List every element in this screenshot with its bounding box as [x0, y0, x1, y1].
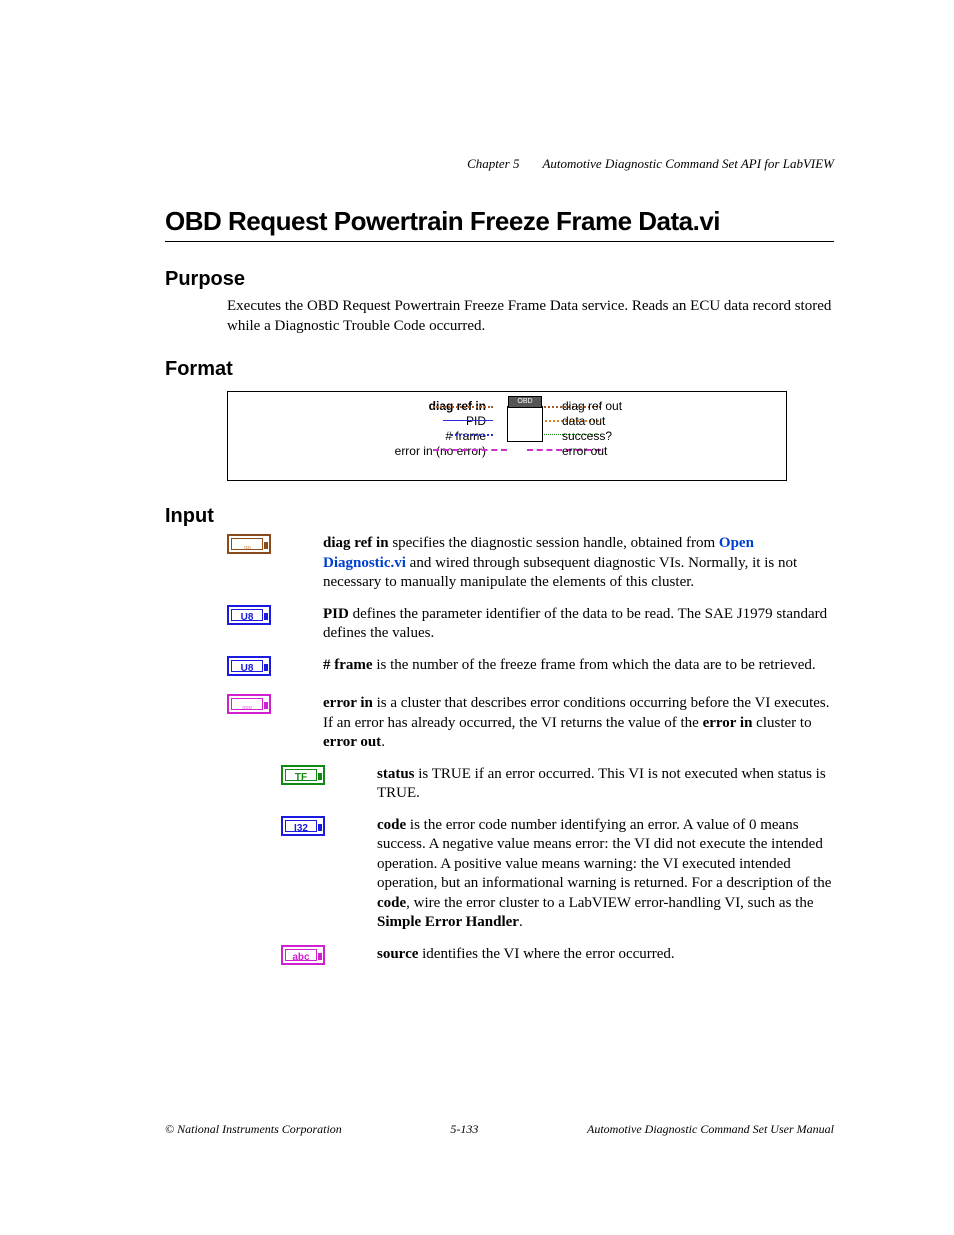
u8-terminal-icon: U8: [227, 605, 271, 625]
input-code: I32 code is the error code number identi…: [281, 816, 834, 933]
footer-copyright: © National Instruments Corporation: [165, 1122, 342, 1137]
source-bold: source: [377, 946, 418, 962]
error-out-label: error out: [562, 444, 622, 459]
pid-bold: PID: [323, 606, 349, 622]
input-status: TF status is TRUE if an error occurred. …: [281, 765, 834, 804]
connector-pane-diagram: diag ref in PID # frame error in (no err…: [227, 391, 787, 481]
vi-icon: OBD: [507, 406, 543, 442]
boolean-terminal-icon: TF: [281, 765, 325, 785]
page-title: OBD Request Powertrain Freeze Frame Data…: [165, 206, 834, 237]
section-label: Automotive Diagnostic Command Set API fo…: [542, 156, 834, 171]
input-frame: U8 # frame is the number of the freeze f…: [227, 656, 834, 683]
cluster-terminal-icon: ▫▫▫: [227, 534, 271, 554]
purpose-heading: Purpose: [165, 268, 834, 291]
error-cluster-terminal-icon: ▫▫▫: [227, 694, 271, 714]
string-terminal-icon: abc: [281, 945, 325, 965]
chapter-label: Chapter 5: [467, 156, 519, 171]
input-source: abc source identifies the VI where the e…: [281, 945, 834, 972]
page-footer: © National Instruments Corporation 5-133…: [165, 1122, 834, 1137]
format-heading: Format: [165, 358, 834, 381]
vi-icon-holder: OBD: [493, 400, 553, 442]
obd-badge: OBD: [508, 396, 542, 408]
input-pid: U8 PID defines the parameter identifier …: [227, 605, 834, 644]
diag-ref-in-bold: diag ref in: [323, 535, 389, 551]
input-error-in: ▫▫▫ error in is a cluster that describes…: [227, 694, 834, 753]
error-in-label: error in (no error): [395, 444, 486, 459]
frame-bold: # frame: [323, 657, 373, 673]
diagram-right-labels: diag ref out data out success? error out: [562, 399, 622, 459]
input-diag-ref-in: ▫▫▫ diag ref in specifies the diagnostic…: [227, 534, 834, 593]
diag-ref-out-label: diag ref out: [562, 399, 622, 414]
frame-label: # frame: [395, 429, 486, 444]
footer-page-number: 5-133: [450, 1122, 478, 1137]
input-heading: Input: [165, 505, 834, 528]
running-header: Chapter 5 Automotive Diagnostic Command …: [165, 156, 834, 172]
pid-label: PID: [395, 414, 486, 429]
u8-terminal-icon: U8: [227, 656, 271, 676]
data-out-label: data out: [562, 414, 622, 429]
purpose-text: Executes the OBD Request Powertrain Free…: [227, 297, 834, 336]
i32-terminal-icon: I32: [281, 816, 325, 836]
error-in-bold: error in: [323, 695, 373, 711]
success-label: success?: [562, 429, 622, 444]
code-bold: code: [377, 817, 406, 833]
footer-manual-title: Automotive Diagnostic Command Set User M…: [587, 1122, 834, 1137]
title-rule: [165, 241, 834, 242]
status-bold: status: [377, 766, 415, 782]
